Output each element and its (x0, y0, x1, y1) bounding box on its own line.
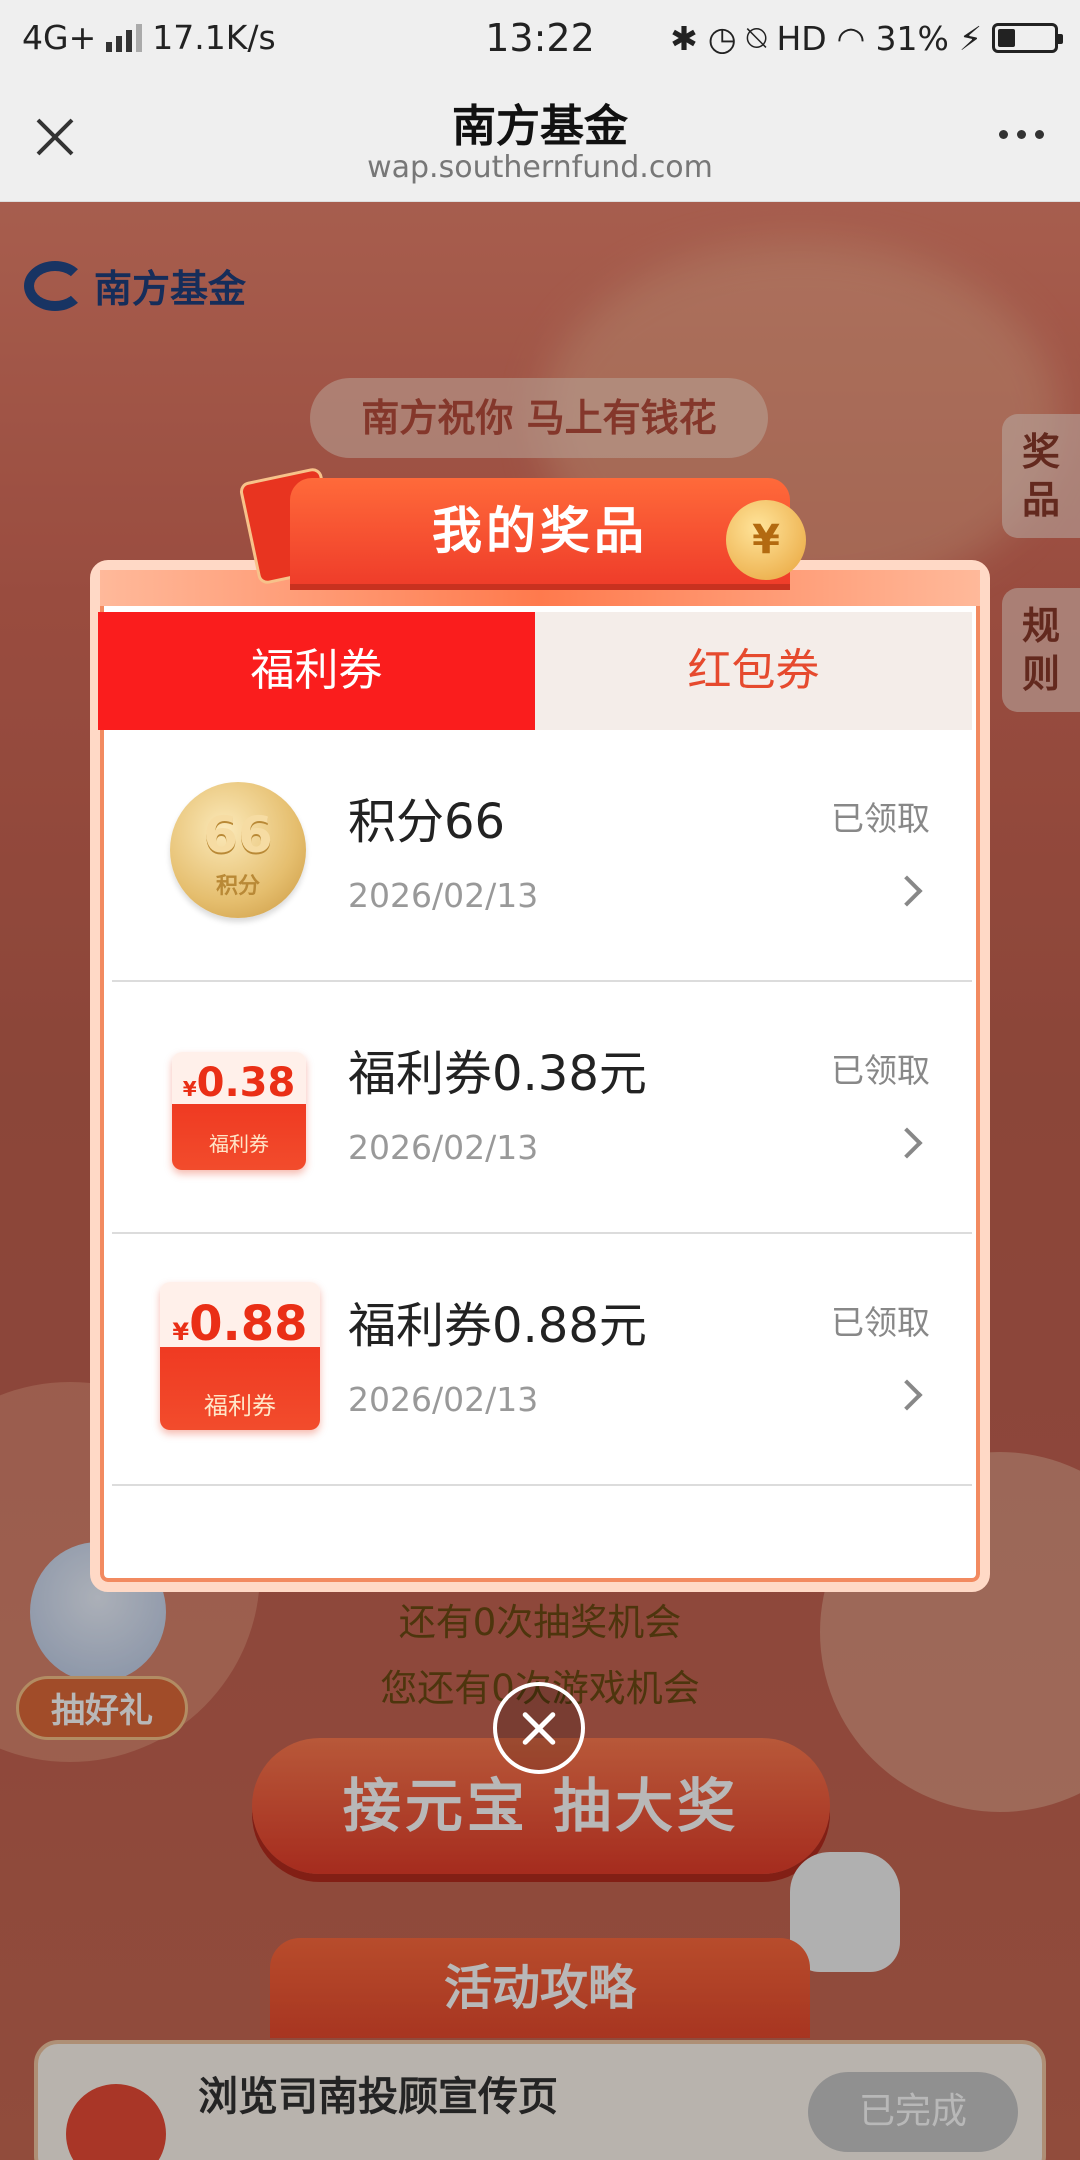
mute-icon: ⍉ (746, 18, 767, 57)
chevron-right-icon[interactable] (891, 1379, 923, 1411)
prize-row[interactable]: ¥0.38 福利券 福利券0.38元 2026/02/13 已领取 (112, 982, 972, 1234)
status-right: ✱ ◷ ⍉ HD ◠ 31% ⚡ (670, 18, 1063, 58)
page-url: wap.southernfund.com (367, 150, 713, 185)
prize-status: 已领取 (831, 799, 930, 838)
points-badge-value: 66 (203, 806, 273, 864)
prize-tabs: 福利券 红包券 (98, 612, 972, 730)
more-dots-icon[interactable] (999, 130, 1044, 139)
prize-status: 已领取 (831, 1051, 930, 1090)
prize-name: 积分66 (348, 794, 506, 850)
prize-status: 已领取 (831, 1303, 930, 1342)
close-circle-icon[interactable] (493, 1682, 585, 1774)
voucher-badge-amount: ¥0.38 (172, 1060, 306, 1106)
points-coin-icon: 66 积分 (170, 782, 306, 918)
alarm-icon: ◷ (707, 18, 737, 58)
battery-fill (998, 29, 1015, 47)
currency-symbol: ¥ (172, 1318, 190, 1346)
currency-symbol: ¥ (182, 1077, 197, 1101)
prize-name: 福利券0.38元 (348, 1046, 647, 1102)
bluetooth-icon: ✱ (670, 18, 698, 58)
tab-welfare-voucher[interactable]: 福利券 (98, 612, 535, 730)
prize-date: 2026/02/13 (348, 1380, 539, 1419)
prize-date: 2026/02/13 (348, 876, 539, 915)
yuan-coin-icon: ¥ (726, 500, 806, 580)
battery-percent: 31% (875, 18, 949, 58)
charging-icon: ⚡ (958, 18, 982, 58)
modal-title: 我的奖品 (290, 478, 790, 584)
voucher-badge-unit: 福利券 (204, 1392, 276, 1420)
voucher-badge-value: 0.38 (196, 1060, 296, 1106)
wifi-icon: ◠ (836, 18, 866, 58)
prize-row[interactable]: 66 积分 积分66 2026/02/13 已领取 (112, 730, 972, 982)
prize-name: 福利券0.88元 (348, 1298, 647, 1354)
tab-red-packet-voucher[interactable]: 红包券 (535, 612, 972, 730)
chevron-right-icon[interactable] (891, 1127, 923, 1159)
prize-date: 2026/02/13 (348, 1128, 539, 1167)
voucher-icon: ¥0.38 福利券 (172, 1052, 306, 1170)
status-bar: 4G+ 17.1K/s 13:22 ✱ ◷ ⍉ HD ◠ 31% ⚡ (0, 0, 1080, 74)
battery-icon (992, 23, 1063, 53)
voucher-badge-unit: 福利券 (209, 1132, 269, 1156)
chevron-right-icon[interactable] (891, 875, 923, 907)
points-badge-unit: 积分 (215, 874, 260, 899)
hd-label: HD (776, 18, 827, 58)
prize-row[interactable]: ¥0.88 福利券 福利券0.88元 2026/02/13 已领取 (112, 1234, 972, 1486)
voucher-badge-value: 0.88 (189, 1296, 308, 1352)
page-title: 南方基金 (452, 101, 628, 152)
browser-title-bar: 南方基金 wap.southernfund.com (0, 74, 1080, 202)
voucher-icon: ¥0.88 福利券 (160, 1282, 320, 1430)
voucher-badge-amount: ¥0.88 (160, 1296, 320, 1352)
